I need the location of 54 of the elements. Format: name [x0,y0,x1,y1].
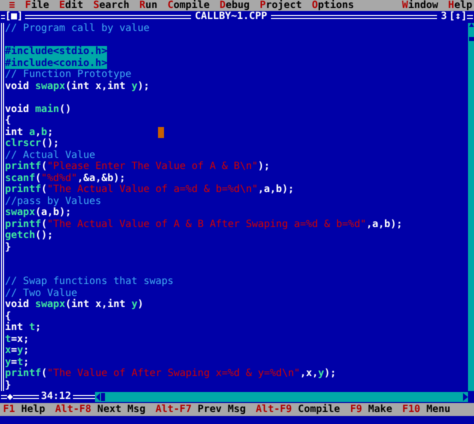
code-line: int a,b; [5,126,54,138]
code-line: void swapx(int x,int y); [5,80,150,92]
menu-item[interactable]: Debug [214,0,255,11]
code-line: printf("Please Enter The Value of A & B\n"); [5,161,270,172]
shortcut-hint[interactable]: F10 Menu [402,403,450,416]
code-line: printf("The Value of After Swaping x=%d & y=%d\n",x,y); [5,368,336,380]
code-line: printf("The Actual Value of a=%d & b=%d\n",a,b); [5,184,294,196]
menu-item[interactable]: Run [134,0,162,11]
code-line: } [5,380,12,391]
code-line: // Two Value [5,288,78,298]
menu-item[interactable]: Compile [162,0,215,11]
shortcut-hint[interactable]: Alt-F7 Prev Msg [155,403,246,416]
vertical-scrollbar[interactable] [468,23,474,391]
code-line: void swapx(int x,int y) [5,299,144,310]
code-line: // Function Prototype [5,69,132,80]
cursor-position: 34:12 [40,391,72,403]
scroll-left-icon[interactable] [95,392,106,402]
code-line: scanf("%d%d",&a,&b); [5,172,126,184]
window-number: 3 [440,11,448,23]
menu-item[interactable]: Options [306,0,360,11]
shortcut-hint[interactable]: Alt-F8 Next Msg [55,403,146,416]
menu-item[interactable]: Search [88,0,134,11]
menu-item[interactable]: Help [443,0,474,11]
code-line: swapx(a,b); [5,207,72,218]
code-line: { [5,115,12,126]
code-line: { [5,310,12,322]
scroll-up-icon[interactable] [468,23,474,29]
shortcut-hint[interactable]: F9 Make [350,403,392,416]
text-cursor [158,127,164,138]
code-line: x=y; [5,345,30,356]
code-line: // Swap functions that swaps [5,276,174,288]
menu-item[interactable]: File [20,0,54,11]
code-line: printf("The Actual Value of A & B After Swaping a=%d & b=%d",a,b); [5,218,402,230]
code-line: t=x; [5,334,30,345]
code-line: y=t; [5,356,30,368]
zoom-button[interactable]: [↕] [448,11,467,23]
code-line: void main() [5,104,72,115]
code-line: getch(); [5,230,54,242]
window-title: CALLBY~1.CPP [194,11,268,23]
code-line: } [5,242,12,253]
menu-item[interactable]: Project [254,0,307,11]
code-line: // Actual Value [5,150,96,160]
code-line: int t; [5,322,42,334]
code-line: clrscr(); [5,138,60,150]
close-button[interactable]: [■] [5,11,24,23]
menu-item[interactable]: Edit [54,0,88,11]
horizontal-scrollbar[interactable] [95,392,468,402]
shortcut-hint[interactable]: Alt-F9 Compile [256,403,340,416]
scroll-thumb[interactable] [468,37,474,41]
scroll-right-icon[interactable] [463,393,468,401]
code-line: //pass by Values [5,196,102,207]
code-line: // Program call by value [5,23,150,34]
shortcut-hint[interactable]: F1 Help [3,403,46,416]
menu-item[interactable]: Window [397,0,444,11]
